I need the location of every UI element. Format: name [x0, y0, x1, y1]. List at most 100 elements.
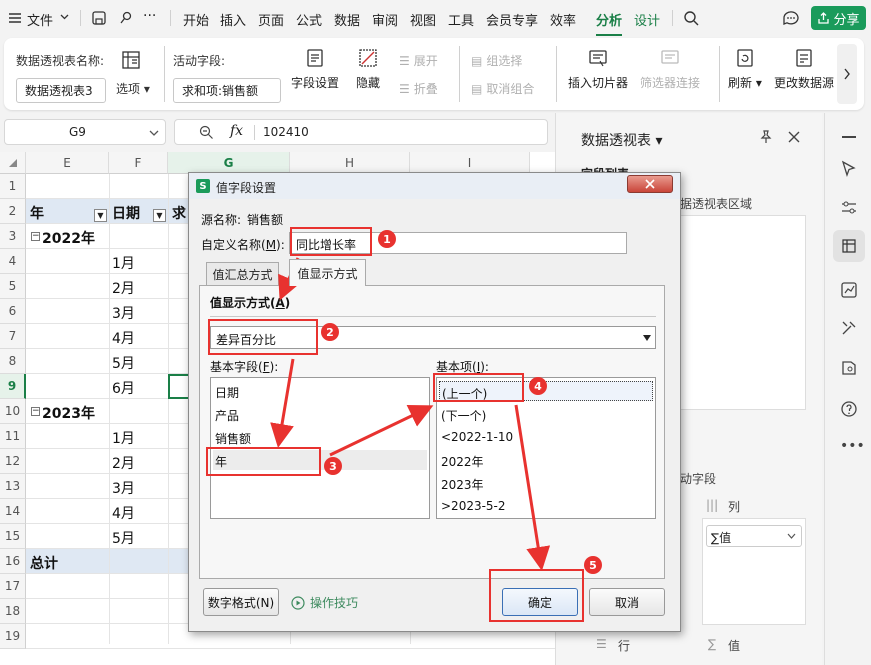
number-format-button[interactable]: 数字格式(N) [203, 588, 279, 616]
change-source-button[interactable]: 更改数据源 [774, 48, 834, 91]
month-cell[interactable]: 3月 [112, 478, 135, 498]
chevron-down-icon[interactable] [149, 129, 159, 137]
row-header[interactable]: 8 [0, 349, 26, 374]
year-2023-cell[interactable]: 2023年 [42, 403, 95, 423]
help-icon[interactable] [840, 400, 858, 418]
row-header[interactable]: 14 [0, 499, 26, 524]
row-header[interactable]: 1 [0, 174, 26, 199]
filter-dropdown-icon[interactable]: ▼ [153, 209, 166, 222]
tab-efficiency[interactable]: 效率 [550, 10, 576, 29]
row-header[interactable]: 4 [0, 249, 26, 274]
book-icon[interactable] [840, 359, 858, 377]
tab-page[interactable]: 页面 [258, 10, 284, 29]
select-all-corner[interactable] [0, 152, 26, 174]
pivot-pane-toggle[interactable] [833, 230, 865, 262]
tips-link[interactable]: 操作技巧 [291, 594, 358, 611]
row-header-selected[interactable]: 9 [0, 374, 26, 399]
field-settings-button[interactable]: 字段设置 [291, 48, 339, 91]
year-2022-cell[interactable]: 2022年 [42, 228, 95, 248]
row-header[interactable]: 6 [0, 299, 26, 324]
selected-cell-g9[interactable] [168, 374, 190, 399]
row-header[interactable]: 15 [0, 524, 26, 549]
save-icon[interactable] [91, 10, 107, 26]
active-field-input[interactable]: 求和项:销售额 [173, 78, 281, 103]
row-header[interactable]: 19 [0, 624, 26, 649]
tab-tools[interactable]: 工具 [448, 10, 474, 29]
date-header-cell[interactable]: 日期 [112, 203, 140, 223]
row-header[interactable]: 5 [0, 274, 26, 299]
filter-connection-button[interactable]: 筛选器连接 [640, 48, 700, 91]
comment-icon[interactable] [782, 10, 800, 26]
month-cell[interactable]: 2月 [112, 278, 135, 298]
list-item[interactable]: 销售额 [215, 430, 251, 447]
hide-button[interactable]: 隐藏 [356, 48, 380, 91]
row-header[interactable]: 16 [0, 549, 26, 574]
list-item[interactable]: <2022-1-10 [441, 430, 513, 444]
tab-formula[interactable]: 公式 [296, 10, 322, 29]
tab-view[interactable]: 视图 [410, 10, 436, 29]
more-options-icon[interactable]: ••• [840, 438, 865, 454]
zoom-icon[interactable] [199, 125, 214, 140]
list-item[interactable]: (下一个) [441, 407, 486, 424]
field-list-box[interactable] [676, 215, 806, 410]
month-cell[interactable]: 2月 [112, 453, 135, 473]
fx-icon[interactable]: fx [230, 123, 243, 139]
row-header[interactable]: 13 [0, 474, 26, 499]
pane-title[interactable]: 数据透视表 ▾ [581, 130, 662, 150]
formula-bar[interactable]: fx 102410 [174, 119, 548, 145]
row-header[interactable]: 12 [0, 449, 26, 474]
tab-show-values-as[interactable]: 值显示方式 [289, 259, 366, 286]
row-header[interactable]: 11 [0, 424, 26, 449]
tab-home[interactable]: 开始 [183, 10, 209, 29]
tab-design[interactable]: 设计 [634, 10, 660, 29]
ungroup-button[interactable]: ▤ 取消组合 [471, 80, 534, 97]
tab-insert[interactable]: 插入 [220, 10, 246, 29]
tab-data[interactable]: 数据 [334, 10, 360, 29]
search-icon[interactable] [683, 10, 699, 26]
row-header[interactable]: 7 [0, 324, 26, 349]
cursor-icon[interactable] [840, 160, 858, 178]
row-header[interactable]: 17 [0, 574, 26, 599]
insert-slicer-button[interactable]: 插入切片器 [568, 48, 628, 91]
cancel-button[interactable]: 取消 [589, 588, 665, 616]
month-cell[interactable]: 5月 [112, 353, 135, 373]
month-cell[interactable]: 1月 [112, 253, 135, 273]
column-header-g[interactable]: G [168, 152, 290, 174]
month-cell[interactable]: 5月 [112, 528, 135, 548]
pivot-table-icon[interactable] [121, 50, 141, 70]
formula-value[interactable]: 102410 [263, 125, 309, 139]
refresh-button[interactable]: 刷新 ▾ [728, 48, 762, 91]
list-item[interactable]: >2023-5-2 [441, 499, 506, 513]
dialog-close-button[interactable] [627, 175, 673, 193]
month-cell[interactable]: 4月 [112, 328, 135, 348]
column-header-i[interactable]: I [410, 152, 530, 174]
ribbon-scroll-right[interactable] [837, 44, 857, 104]
tab-member[interactable]: 会员专享 [486, 10, 538, 29]
pin-icon[interactable] [759, 130, 773, 144]
link-icon[interactable] [118, 10, 134, 26]
column-header-f[interactable]: F [109, 152, 168, 174]
sum-header-cell[interactable]: 求 [172, 203, 186, 223]
year-header-cell[interactable]: 年 [30, 203, 44, 223]
month-cell[interactable]: 1月 [112, 428, 135, 448]
sliders-icon[interactable] [840, 199, 858, 217]
collapse-minus-icon[interactable]: − [31, 232, 40, 241]
list-item[interactable]: 2022年 [441, 453, 484, 470]
hamburger-menu-icon[interactable] [8, 11, 22, 25]
group-select-button[interactable]: ▤ 组选择 [471, 52, 522, 69]
tab-summarize-by[interactable]: 值汇总方式 [206, 262, 279, 285]
file-menu[interactable]: 文件 [27, 10, 53, 29]
column-header-e[interactable]: E [26, 152, 109, 174]
share-button[interactable]: 分享 [811, 6, 866, 30]
pivot-name-input[interactable]: 数据透视表3 [16, 78, 106, 103]
row-header[interactable]: 3 [0, 224, 26, 249]
name-box[interactable]: G9 [4, 119, 166, 145]
month-cell[interactable]: 3月 [112, 303, 135, 323]
filter-dropdown-icon[interactable]: ▼ [94, 209, 107, 222]
chart-icon[interactable] [840, 281, 858, 299]
month-cell[interactable]: 4月 [112, 503, 135, 523]
tab-analyze[interactable]: 分析 [596, 10, 623, 36]
minimize-icon[interactable] [842, 136, 856, 138]
list-item[interactable]: 2023年 [441, 476, 484, 493]
chevron-down-icon[interactable] [60, 12, 69, 21]
